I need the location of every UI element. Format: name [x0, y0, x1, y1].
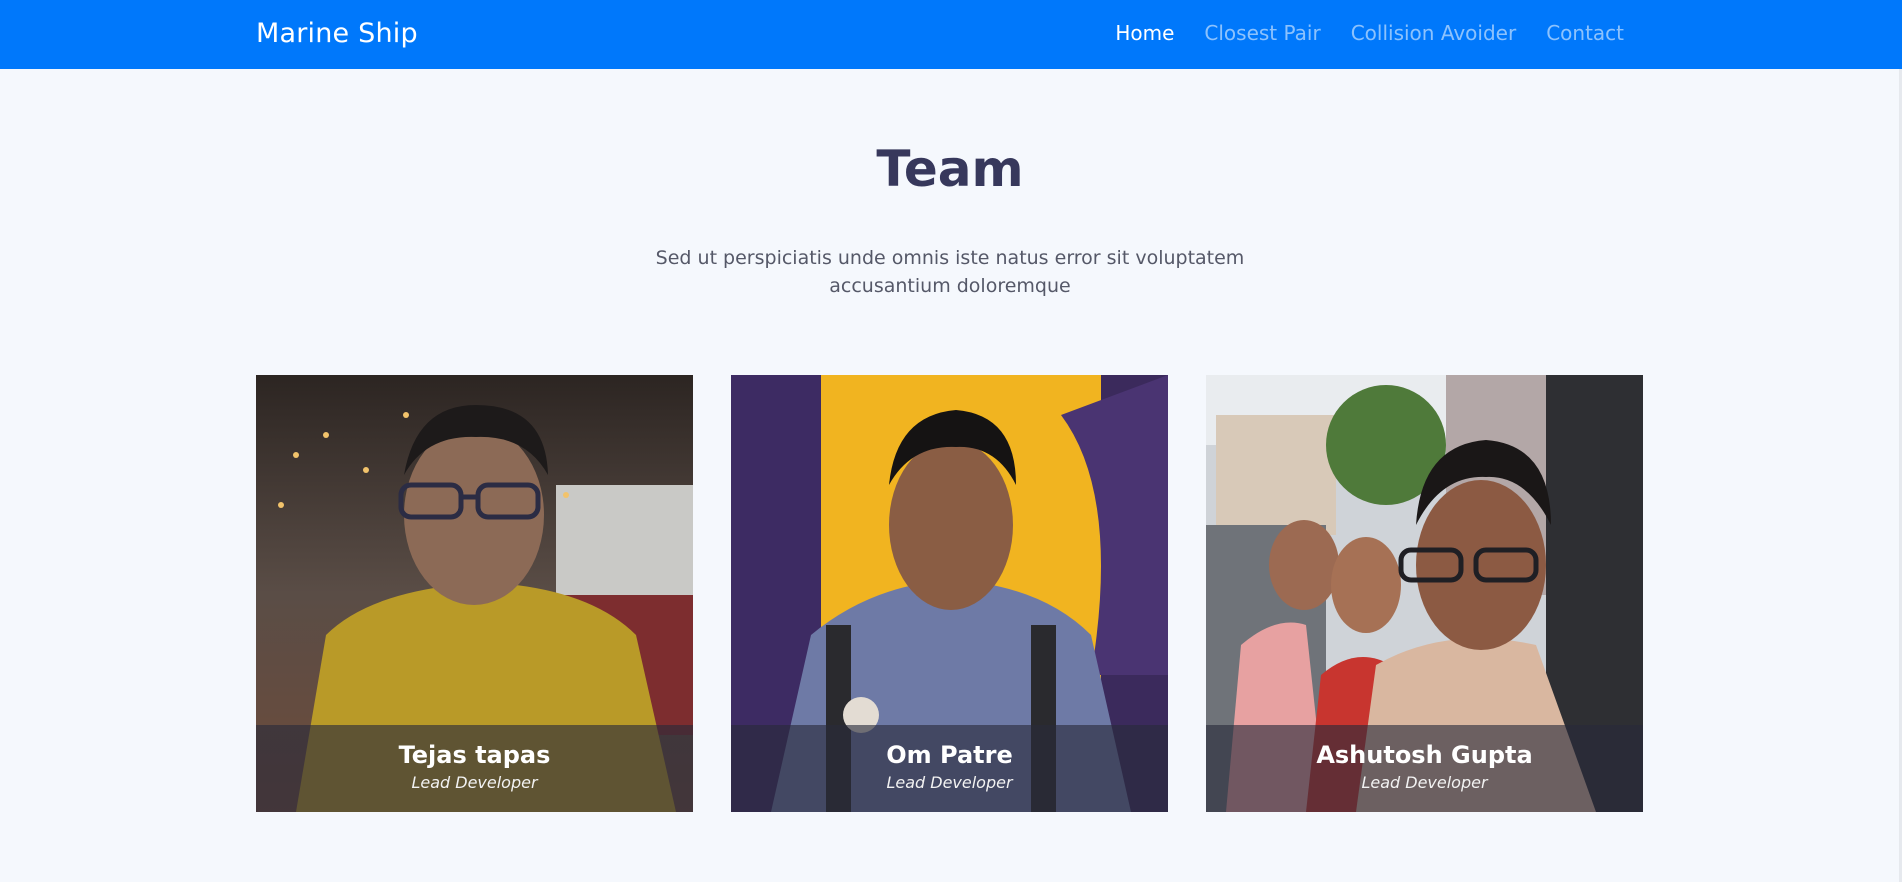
member-name: Om Patre	[886, 741, 1013, 769]
member-role: Lead Developer	[411, 773, 538, 792]
nav-link-collision-avoider[interactable]: Collision Avoider	[1351, 21, 1516, 45]
team-card-om[interactable]: Om Patre Lead Developer	[731, 375, 1168, 812]
nav-menu: Home Closest Pair Collision Avoider Cont…	[1115, 21, 1624, 45]
member-role: Lead Developer	[1361, 773, 1488, 792]
member-caption: Om Patre Lead Developer	[731, 725, 1168, 812]
nav-link-contact[interactable]: Contact	[1546, 21, 1624, 45]
member-name: Ashutosh Gupta	[1316, 741, 1533, 769]
member-role: Lead Developer	[886, 773, 1013, 792]
nav-link-closest-pair[interactable]: Closest Pair	[1204, 21, 1320, 45]
brand-logo-link[interactable]: Marine Ship	[256, 18, 418, 49]
top-navbar: Marine Ship Home Closest Pair Collision …	[0, 0, 1902, 69]
team-card-ashutosh[interactable]: Ashutosh Gupta Lead Developer	[1206, 375, 1643, 812]
team-card-tejas[interactable]: Tejas tapas Lead Developer	[256, 375, 693, 812]
team-section-title: Team	[876, 140, 1024, 198]
member-caption: Ashutosh Gupta Lead Developer	[1206, 725, 1643, 812]
member-caption: Tejas tapas Lead Developer	[256, 725, 693, 812]
nav-link-home[interactable]: Home	[1115, 21, 1174, 45]
member-name: Tejas tapas	[398, 741, 551, 769]
team-section-description: Sed ut perspiciatis unde omnis iste natu…	[655, 247, 1245, 297]
